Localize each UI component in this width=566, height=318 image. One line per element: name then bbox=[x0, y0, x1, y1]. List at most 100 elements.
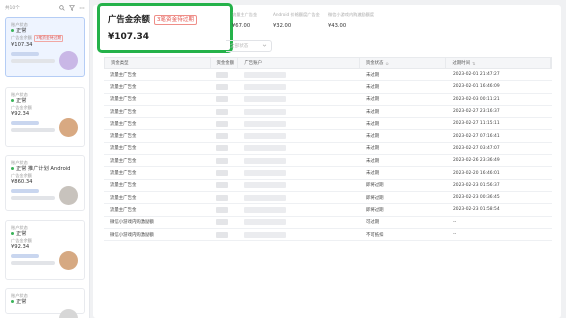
status-dot bbox=[11, 167, 14, 170]
account-card[interactable]: 账户状态 正常 广告金余额 ¥92.34 bbox=[5, 87, 85, 147]
cell-type: 微信小游戏内购激励额 bbox=[110, 232, 154, 238]
status-dot bbox=[11, 232, 14, 235]
account-card[interactable]: 账户状态 正常 推广计划 Android 广告金余额 ¥860.34 bbox=[5, 155, 85, 211]
cell-type: 流量主广告金 bbox=[110, 72, 137, 78]
table-header: 资金类型 资金金额 广告账户 资金状态 ⊜ 过期时间 ⇅ bbox=[104, 57, 552, 69]
table-row[interactable]: 流量主广告金 未过期 2023-02-27 07:16:41 bbox=[104, 130, 552, 143]
account-id-placeholder bbox=[11, 261, 55, 265]
account-placeholder bbox=[244, 157, 286, 164]
cell-type: 流量主广告金 bbox=[110, 158, 137, 164]
amount-placeholder bbox=[216, 83, 228, 90]
table-row[interactable]: 流量主广告金 未过期 2023-02-20 16:46:01 bbox=[104, 167, 552, 180]
status-value: 正常 bbox=[11, 98, 79, 105]
cell-amount bbox=[210, 94, 238, 105]
table-row[interactable]: 流量主广告金 未过期 2023-02-26 23:36:49 bbox=[104, 155, 552, 168]
cell-account bbox=[238, 204, 360, 215]
cell-account bbox=[238, 106, 360, 117]
column-header-expire-text: 过期时间 bbox=[452, 61, 471, 66]
status-filter-select[interactable]: 全部状态 bbox=[226, 40, 272, 52]
balance-title-text: 广告金余额 bbox=[108, 14, 150, 24]
cell-amount bbox=[210, 167, 238, 178]
table-row[interactable]: 流量主广告金 未过期 2023-02-01 21:47:27 bbox=[104, 69, 552, 82]
more-icon[interactable] bbox=[78, 4, 85, 11]
table-row[interactable]: 流量主广告金 未过期 2023-02-01 16:46:09 bbox=[104, 81, 552, 94]
fund-table: 资金类型 资金金额 广告账户 资金状态 ⊜ 过期时间 ⇅ 流量主广告金 未过期 2023… bbox=[104, 57, 552, 242]
cell-expire: 2023-02-27 23:16:37 bbox=[453, 109, 500, 115]
table-row[interactable]: 流量主广告金 未过期 2023-02-27 23:16:37 bbox=[104, 106, 552, 119]
sort-icon[interactable]: ⇅ bbox=[472, 61, 475, 66]
account-id-placeholder bbox=[11, 128, 55, 132]
table-row[interactable]: 流量主广告金 未过期 2023-02-27 03:47:07 bbox=[104, 143, 552, 156]
cell-status: 不可抵扣 bbox=[366, 232, 384, 238]
cell-status: 未过期 bbox=[366, 134, 380, 140]
cell-amount bbox=[210, 204, 238, 215]
stat-android: Android 价格额度广告金 ¥32.00 bbox=[273, 12, 320, 29]
status-value: 正常 bbox=[11, 28, 79, 35]
table-row[interactable]: 微信小游戏内购激励额 可过期 -- bbox=[104, 217, 552, 229]
cell-status: 可过期 bbox=[366, 220, 380, 226]
account-placeholder bbox=[244, 83, 286, 90]
cell-expire: 2023-02-27 11:15:11 bbox=[453, 121, 500, 127]
balance-amount: ¥107.34 bbox=[108, 32, 149, 42]
account-placeholder bbox=[244, 108, 286, 115]
amount-placeholder bbox=[216, 145, 228, 152]
table-row[interactable]: 微信小游戏内购激励额 不可抵扣 -- bbox=[104, 229, 552, 242]
cell-type: 流量主广告金 bbox=[110, 84, 137, 90]
balance-label-text: 广告金余额 bbox=[11, 238, 32, 243]
account-card[interactable]: 账户状态 正常 广告金余额 ¥92.34 bbox=[5, 220, 85, 280]
cell-type: 流量主广告金 bbox=[110, 146, 137, 152]
cell-status: 未过期 bbox=[366, 97, 380, 103]
cell-expire: 2023-02-01 21:47:27 bbox=[453, 72, 500, 78]
amount-placeholder bbox=[216, 120, 228, 127]
account-card[interactable]: 账户状态 正常 bbox=[5, 288, 85, 318]
column-header-expire[interactable]: 过期时间 ⇅ bbox=[446, 58, 551, 68]
amount-placeholder bbox=[216, 182, 228, 189]
table-row[interactable]: 流量主广告金 即将过期 2023-02-23 01:58:54 bbox=[104, 204, 552, 217]
balance-label-text: 广告金余额 bbox=[11, 173, 32, 178]
cell-status: 未过期 bbox=[366, 109, 380, 115]
table-row[interactable]: 流量主广告金 未过期 2023-02-03 00:11:21 bbox=[104, 94, 552, 106]
cell-status: 未过期 bbox=[366, 146, 380, 152]
filter-icon[interactable] bbox=[68, 4, 75, 11]
amount-placeholder bbox=[216, 170, 228, 177]
table-row[interactable]: 流量主广告金 即将过期 2023-02-23 01:56:37 bbox=[104, 180, 552, 192]
cell-amount bbox=[210, 217, 238, 228]
balance-label: 广告金余额 3笔资金待过期 bbox=[11, 35, 79, 42]
table-row[interactable]: 流量主广告金 未过期 2023-02-27 11:15:11 bbox=[104, 118, 552, 131]
cell-account bbox=[238, 229, 360, 240]
expire-warning-tag: 3笔资金待过期 bbox=[33, 35, 64, 42]
cell-expire: 2023-02-01 16:46:09 bbox=[453, 84, 500, 90]
status-value: 正常 推广计划 Android bbox=[11, 166, 79, 173]
filter-icon[interactable]: ⊜ bbox=[385, 61, 388, 66]
account-id-placeholder bbox=[11, 58, 55, 63]
status-dot bbox=[11, 99, 14, 102]
cell-expire: 2023-02-27 03:47:07 bbox=[453, 145, 500, 151]
account-placeholder bbox=[244, 133, 286, 140]
cell-expire: 2023-02-23 00:36:45 bbox=[453, 195, 500, 201]
avatar bbox=[59, 186, 78, 205]
column-header-account: 广告账户 bbox=[238, 58, 360, 68]
cell-expire: 2023-02-23 01:58:54 bbox=[453, 207, 500, 213]
account-placeholder bbox=[244, 194, 286, 201]
account-placeholder bbox=[244, 71, 286, 78]
cell-amount bbox=[210, 118, 238, 129]
avatar bbox=[59, 51, 78, 70]
column-header-status[interactable]: 资金状态 ⊜ bbox=[360, 58, 447, 68]
table-row[interactable]: 流量主广告金 即将过期 2023-02-23 00:36:45 bbox=[104, 192, 552, 205]
cell-account bbox=[238, 167, 360, 178]
cell-account bbox=[238, 155, 360, 166]
amount-placeholder bbox=[216, 96, 228, 103]
cell-expire: 2023-02-26 23:36:49 bbox=[453, 158, 500, 164]
cell-type: 流量主广告金 bbox=[110, 121, 137, 127]
avatar bbox=[59, 118, 78, 137]
account-card[interactable]: 账户状态 正常 广告金余额 3笔资金待过期 ¥107.34 bbox=[5, 17, 85, 77]
balance-value: ¥860.34 bbox=[11, 179, 33, 185]
amount-placeholder bbox=[216, 157, 228, 164]
chevron-down-icon bbox=[262, 43, 267, 50]
search-icon[interactable] bbox=[58, 4, 65, 11]
status-filter-placeholder: 全部状态 bbox=[230, 44, 249, 49]
cell-account bbox=[238, 69, 360, 80]
expire-warning-tag[interactable]: 3笔资金待过期 bbox=[153, 15, 197, 25]
avatar bbox=[59, 251, 78, 270]
cell-type: 微信小游戏内购激励额 bbox=[110, 220, 154, 226]
